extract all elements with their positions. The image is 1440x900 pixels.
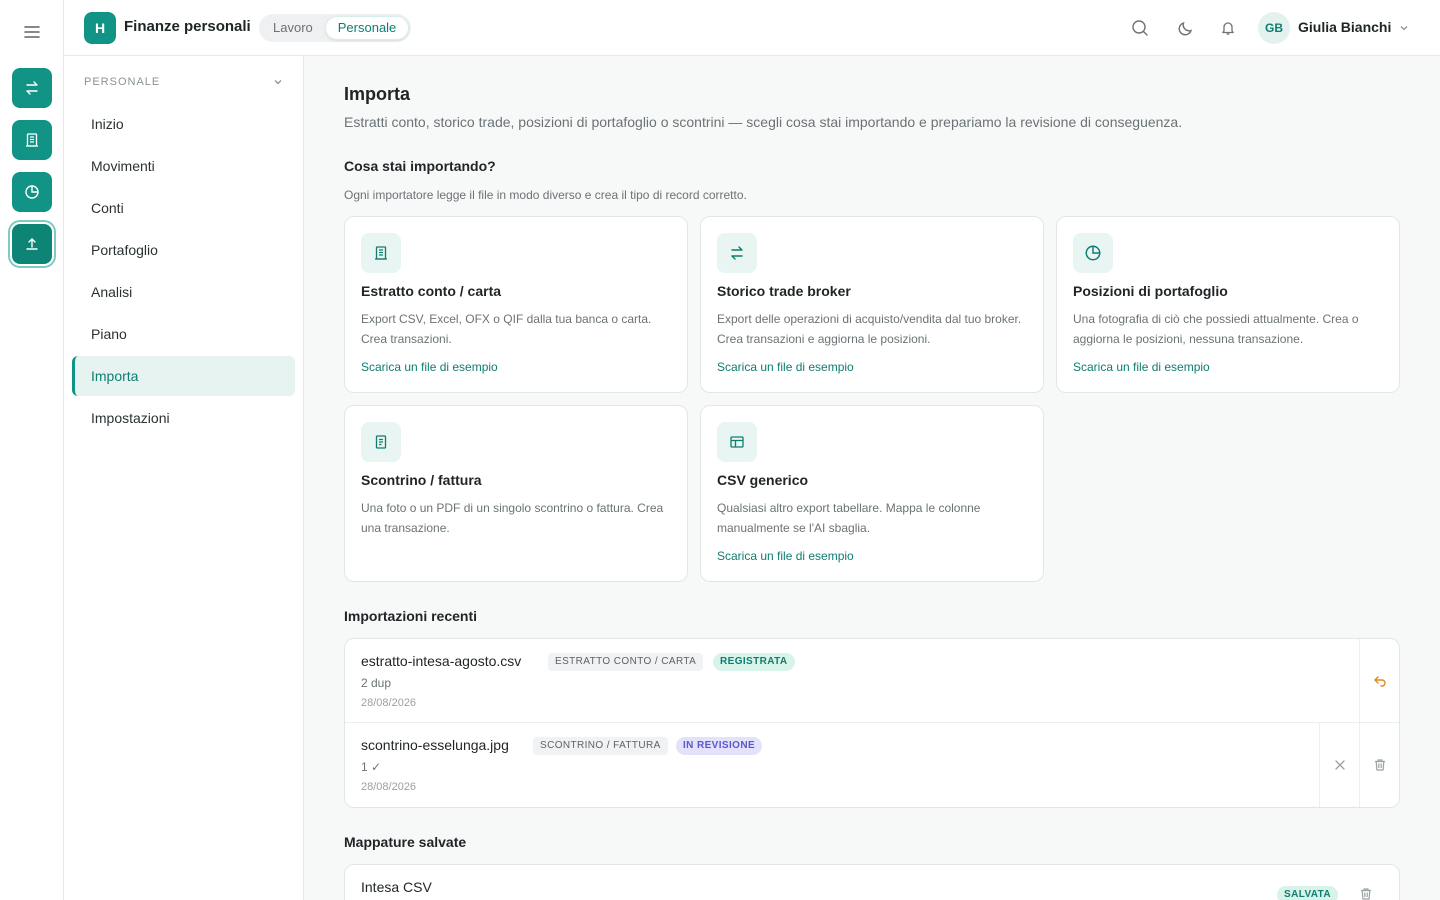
close-icon	[1334, 760, 1345, 770]
section-title-recent: Importazioni recenti	[344, 608, 478, 624]
import-meta: 2 dup	[361, 676, 392, 690]
arrows-exchange-icon	[717, 233, 757, 273]
chevron-down-icon[interactable]	[1398, 22, 1410, 34]
section-title-importer: Cosa stai importando?	[344, 158, 496, 174]
import-date: 28/08/2026	[361, 697, 417, 709]
sidebar-item-importa[interactable]: Importa	[72, 356, 295, 396]
importer-description: Una fotografia di ciò che possiedi attua…	[1073, 312, 1359, 346]
top-bar: H Finanze personali Lavoro Personale GB …	[64, 0, 1440, 56]
sidebar: PERSONALE Inizio Movimenti Conti Portafo…	[64, 56, 304, 900]
importer-card-receipt[interactable]: Scontrino / fattura Una foto o un PDF di…	[344, 405, 688, 582]
workspace-option-personale[interactable]: Personale	[324, 16, 410, 40]
sidebar-item-movimenti[interactable]: Movimenti	[72, 146, 295, 186]
sidebar-item-impostazioni[interactable]: Impostazioni	[72, 398, 295, 438]
bell-icon[interactable]	[1218, 18, 1238, 38]
importer-description: Export delle operazioni di acquisto/vend…	[717, 312, 1022, 346]
undo-icon	[1373, 676, 1386, 687]
importer-card-bank-statement[interactable]: Estratto conto / carta Export CSV, Excel…	[344, 216, 688, 393]
download-sample-link[interactable]: Scarica un file di esempio	[717, 360, 854, 374]
main-content: Importa Estratti conto, storico trade, p…	[304, 56, 1440, 900]
sidebar-item-inizio[interactable]: Inizio	[72, 104, 295, 144]
recent-imports-list: estratto-intesa-agosto.csv ESTRATTO CONT…	[344, 638, 1400, 808]
importer-description: Una foto o un PDF di un singolo scontrin…	[361, 501, 664, 535]
list-item[interactable]: scontrino-esselunga.jpg SCONTRINO / FATT…	[345, 723, 1399, 807]
status-badge: IN REVISIONE	[676, 737, 763, 755]
rail-transactions-button[interactable]	[12, 68, 52, 108]
rail-portfolio-button[interactable]	[12, 172, 52, 212]
status-badge: SALVATA	[1277, 886, 1339, 900]
import-date: 28/08/2026	[361, 781, 417, 793]
table-icon	[717, 422, 757, 462]
section-title-mappings: Mappature salvate	[344, 834, 467, 850]
status-badge: REGISTRATA	[713, 653, 795, 671]
import-type-tag: ESTRATTO CONTO / CARTA	[548, 653, 704, 671]
importer-description: Export CSV, Excel, OFX o QIF dalla tua b…	[361, 312, 652, 346]
importer-card-portfolio-positions[interactable]: Posizioni di portafoglio Una fotografia …	[1056, 216, 1400, 393]
list-item[interactable]: estratto-intesa-agosto.csv ESTRATTO CONT…	[345, 639, 1399, 723]
arrows-exchange-icon	[26, 81, 38, 95]
importer-card-generic-csv[interactable]: CSV generico Qualsiasi altro export tabe…	[700, 405, 1044, 582]
import-type-tag: SCONTRINO / FATTURA	[533, 737, 668, 755]
app-logo[interactable]: H	[84, 12, 116, 44]
mapping-name: Intesa CSV	[361, 879, 432, 895]
receipt-icon	[361, 233, 401, 273]
import-filename: scontrino-esselunga.jpg	[361, 737, 509, 753]
download-sample-link[interactable]: Scarica un file di esempio	[1073, 360, 1210, 374]
workspace-switcher: Lavoro Personale	[259, 14, 412, 42]
app-rail	[0, 0, 64, 900]
section-hint: Ogni importatore legge il file in modo d…	[344, 188, 747, 202]
rail-import-button[interactable]	[12, 224, 52, 264]
page-subtitle: Estratti conto, storico trade, posizioni…	[344, 114, 1183, 130]
hamburger-menu-icon[interactable]	[22, 22, 42, 42]
user-name[interactable]: Giulia Bianchi	[1298, 19, 1391, 35]
workspace-option-lavoro[interactable]: Lavoro	[261, 16, 325, 40]
importer-title: CSV generico	[717, 472, 809, 488]
trash-icon[interactable]	[1359, 887, 1373, 900]
importer-title: Estratto conto / carta	[361, 283, 502, 299]
sidebar-item-analisi[interactable]: Analisi	[72, 272, 295, 312]
pie-chart-icon	[25, 185, 39, 199]
sidebar-section-label: PERSONALE	[84, 76, 161, 88]
undo-button[interactable]	[1359, 639, 1399, 723]
pie-chart-icon	[1073, 233, 1113, 273]
importer-title: Storico trade broker	[717, 283, 851, 299]
page-title: Importa	[344, 84, 411, 104]
search-icon[interactable]	[1130, 18, 1150, 38]
download-sample-link[interactable]: Scarica un file di esempio	[361, 360, 498, 374]
importer-description: Qualsiasi altro export tabellare. Mappa …	[717, 501, 981, 535]
sidebar-section-header[interactable]: PERSONALE	[84, 76, 284, 90]
import-meta: 1 ✓	[361, 760, 382, 774]
import-filename: estratto-intesa-agosto.csv	[361, 653, 522, 669]
discard-button[interactable]	[1319, 723, 1359, 807]
sidebar-item-piano[interactable]: Piano	[72, 314, 295, 354]
rail-receipts-button[interactable]	[12, 120, 52, 160]
importer-title: Scontrino / fattura	[361, 472, 482, 488]
importer-title: Posizioni di portafoglio	[1073, 283, 1228, 299]
importer-card-broker-trades[interactable]: Storico trade broker Export delle operaz…	[700, 216, 1044, 393]
sidebar-item-conti[interactable]: Conti	[72, 188, 295, 228]
download-sample-link[interactable]: Scarica un file di esempio	[717, 549, 854, 563]
upload-icon	[26, 238, 38, 250]
receipt-icon	[26, 133, 38, 147]
trash-icon	[1374, 759, 1385, 771]
app-title: Finanze personali	[124, 18, 251, 35]
document-icon	[361, 422, 401, 462]
moon-icon[interactable]	[1176, 18, 1196, 38]
sidebar-item-portafoglio[interactable]: Portafoglio	[72, 230, 295, 270]
delete-button[interactable]	[1359, 723, 1399, 807]
avatar[interactable]: GB	[1258, 12, 1290, 44]
chevron-down-icon	[272, 76, 284, 88]
list-item[interactable]: Intesa CSV SALVATA	[344, 864, 1400, 900]
